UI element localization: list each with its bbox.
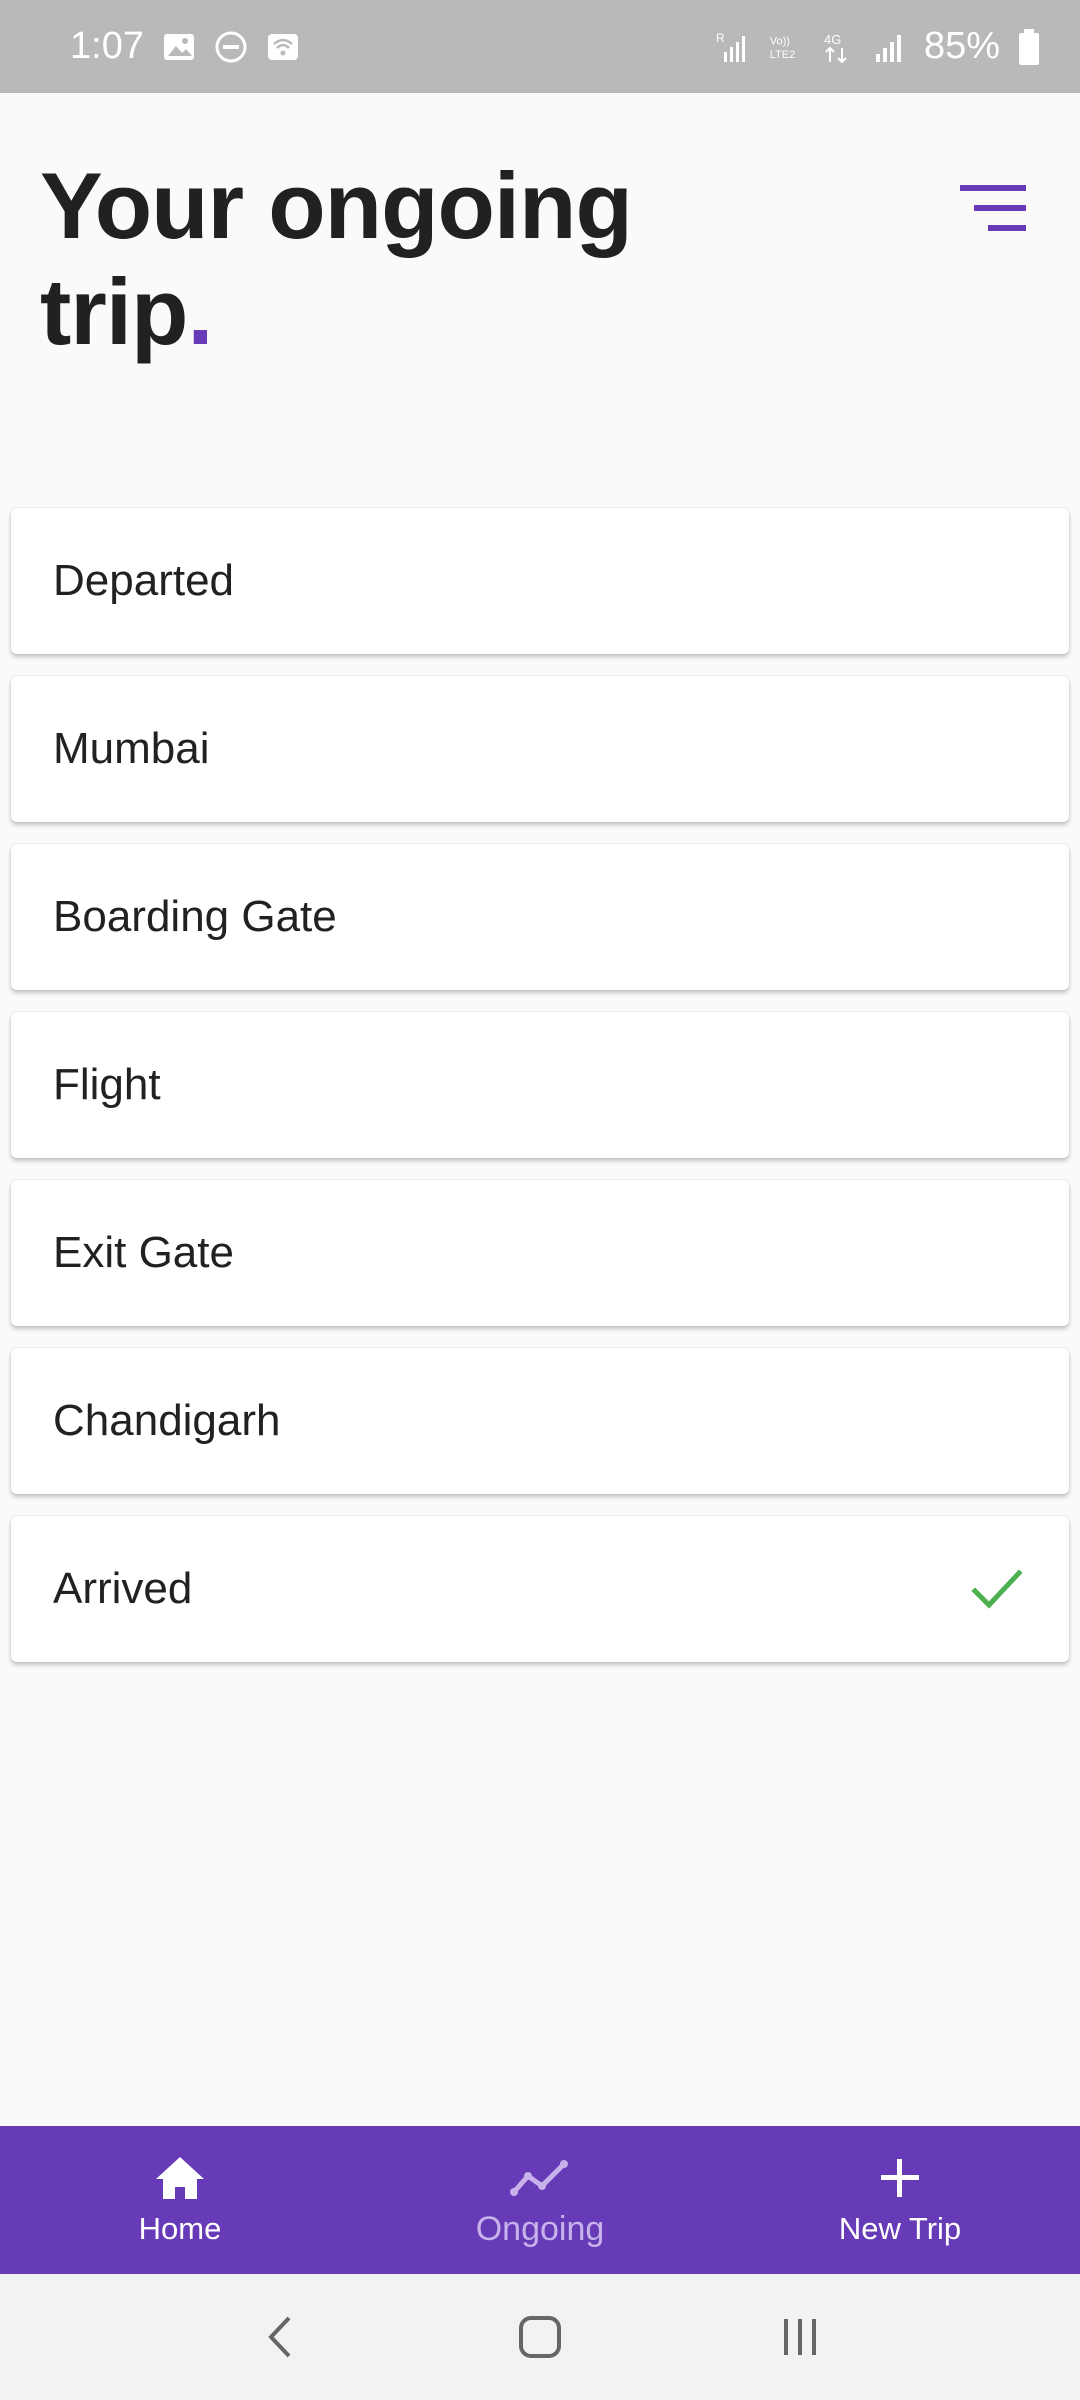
page-title: Your ongoing trip. [40,153,740,365]
battery-percent: 85% [923,25,1000,67]
lte2-label: LTE2 [770,49,796,61]
gallery-icon [163,33,194,60]
recents-button[interactable] [765,2307,835,2367]
trip-step-mumbai[interactable]: Mumbai [11,676,1069,822]
page-title-line1: Your ongoing [40,153,633,258]
trip-step-label: Mumbai [53,724,210,773]
nav-home[interactable]: Home [0,2126,360,2274]
back-chevron-icon [268,2316,291,2358]
system-navigation-bar [0,2274,1080,2400]
battery-icon [1019,28,1039,65]
4g-label: 4G [824,32,841,47]
trip-step-label: Flight [53,1060,161,1109]
signal-icon [875,34,901,62]
nav-new-trip[interactable]: New Trip [720,2126,1080,2274]
title-dot: . [187,259,213,364]
volte-icon: Vo)) LTE2 [770,35,796,61]
back-button[interactable] [245,2307,315,2367]
signal-r-label: R [716,31,725,45]
status-time: 1:07 [70,25,144,67]
menu-icon[interactable] [960,183,1030,233]
trip-step-boarding-gate[interactable]: Boarding Gate [11,844,1069,990]
signal-r-icon: R [716,31,745,62]
nav-new-trip-label: New Trip [838,2211,962,2246]
trip-step-label: Arrived [53,1564,193,1613]
status-right: R Vo)) LTE2 4G 85% [716,25,1040,68]
trip-step-exit-gate[interactable]: Exit Gate [11,1180,1069,1326]
nav-ongoing[interactable]: Ongoing [360,2126,720,2274]
volte-label: Vo)) [770,35,790,47]
trip-step-label: Boarding Gate [53,892,337,941]
status-left: 1:07 [70,25,300,68]
home-icon [156,2157,204,2199]
trip-step-flight[interactable]: Flight [11,1012,1069,1158]
status-bar: 1:07 R Vo)) LTE2 4G 85% [0,0,1080,93]
plus-icon [881,2159,919,2197]
trip-step-label: Departed [53,556,235,605]
trip-step-label: Exit Gate [53,1228,234,1277]
page-title-line2: trip [40,259,188,364]
wifi-hotspot-icon [267,33,298,60]
nav-home-label: Home [138,2211,222,2246]
bottom-navigation: Home Ongoing New Trip [0,2126,1080,2274]
trip-step-list: Departed Mumbai Boarding Gate Flight Exi… [11,508,1069,1684]
home-square-icon [519,2316,561,2358]
trip-step-departed[interactable]: Departed [11,508,1069,654]
home-button[interactable] [505,2307,575,2367]
4g-data-icon: 4G [824,32,847,63]
nav-ongoing-label: Ongoing [475,2209,605,2248]
trip-step-arrived[interactable]: Arrived [11,1516,1069,1662]
header: Your ongoing trip. [0,93,1080,413]
trip-step-label: Chandigarh [53,1396,281,1445]
do-not-disturb-icon [215,31,247,62]
trip-step-chandigarh[interactable]: Chandigarh [11,1348,1069,1494]
check-icon [971,1569,1023,1609]
recents-icon [784,2319,816,2355]
trending-line-icon [510,2159,568,2196]
